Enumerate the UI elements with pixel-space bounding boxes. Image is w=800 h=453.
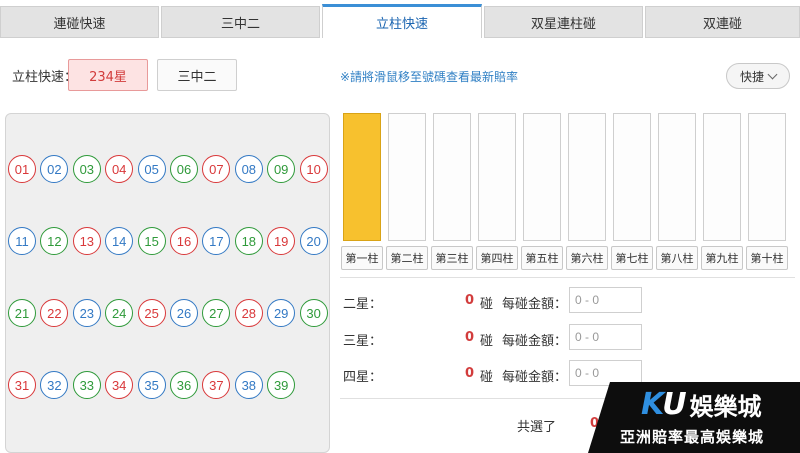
quick-label: 快捷 xyxy=(739,69,764,84)
row-label: 三星： xyxy=(343,334,383,349)
number-ball[interactable]: 39 xyxy=(267,371,296,399)
number-ball[interactable]: 08 xyxy=(234,155,263,183)
number-ball[interactable]: 13 xyxy=(72,227,101,255)
tab-shuangxing-lianzhupeng[interactable]: 双星連柱碰 xyxy=(484,6,643,38)
number-ball[interactable]: 09 xyxy=(267,155,296,183)
column-box[interactable] xyxy=(658,113,696,241)
hint-text: ※請將滑鼠移至號碼查看最新賠率 xyxy=(340,70,519,84)
row-unit: 碰 xyxy=(480,370,494,385)
row-label: 二星： xyxy=(343,297,383,312)
column-box[interactable] xyxy=(703,113,741,241)
column-box[interactable] xyxy=(433,113,471,241)
tab-shuanglianpeng[interactable]: 双連碰 xyxy=(645,6,800,38)
tab-lianpeng-kuaisu[interactable]: 連碰快速 xyxy=(0,6,159,38)
row-unit: 碰 xyxy=(480,334,494,349)
tab-bar: 連碰快速 三中二 立柱快速 双星連柱碰 双連碰 xyxy=(0,0,800,38)
column-box[interactable] xyxy=(388,113,426,241)
amount-input[interactable] xyxy=(569,324,642,350)
column-box[interactable] xyxy=(523,113,561,241)
column-button[interactable]: 第六柱 xyxy=(566,246,608,270)
row-count: 0 xyxy=(465,366,475,381)
column-button[interactable]: 第十柱 xyxy=(746,246,788,270)
number-ball[interactable]: 28 xyxy=(234,299,263,327)
number-ball[interactable]: 35 xyxy=(137,371,166,399)
number-ball[interactable]: 19 xyxy=(267,227,296,255)
watermark-logo: KU 娛樂城 xyxy=(641,387,762,422)
number-ball[interactable]: 36 xyxy=(170,371,198,399)
number-ball[interactable]: 16 xyxy=(170,227,198,255)
column-button[interactable]: 第三柱 xyxy=(431,246,473,270)
number-ball[interactable]: 18 xyxy=(234,227,263,255)
number-ball[interactable]: 24 xyxy=(105,299,134,327)
number-ball[interactable]: 06 xyxy=(170,155,198,183)
tab-lizhu-kuaisu[interactable]: 立柱快速 xyxy=(322,4,482,38)
row-count: 0 xyxy=(465,293,475,308)
number-ball[interactable]: 10 xyxy=(299,155,328,183)
total-label: 共選了 xyxy=(517,420,557,435)
number-ball[interactable]: 04 xyxy=(105,155,134,183)
amount-input[interactable] xyxy=(569,287,642,313)
number-ball[interactable]: 29 xyxy=(267,299,296,327)
ku-logo-mark: KU xyxy=(641,387,687,422)
number-ball[interactable]: 14 xyxy=(105,227,134,255)
column-box[interactable] xyxy=(748,113,786,241)
option-234star-button[interactable]: 234星 xyxy=(68,59,148,91)
chevron-down-icon xyxy=(767,69,778,79)
number-ball[interactable]: 31 xyxy=(8,371,36,399)
row-amount-label: 每碰金額： xyxy=(502,370,568,385)
row-label: 四星： xyxy=(343,370,383,385)
number-ball[interactable]: 15 xyxy=(137,227,166,255)
row-count: 0 xyxy=(465,330,475,345)
column-box[interactable] xyxy=(343,113,381,241)
option-sanzhonger-button[interactable]: 三中二 xyxy=(157,59,237,91)
watermark-tagline: 亞洲賠率最高娛樂城 xyxy=(620,428,765,446)
row-amount-label: 每碰金額： xyxy=(502,297,568,312)
logo-text: 娛樂城 xyxy=(689,393,762,421)
number-ball[interactable]: 25 xyxy=(137,299,166,327)
column-box[interactable] xyxy=(613,113,651,241)
number-ball[interactable]: 05 xyxy=(137,155,166,183)
divider xyxy=(340,277,795,278)
column-button[interactable]: 第五柱 xyxy=(521,246,563,270)
column-box[interactable] xyxy=(478,113,516,241)
number-ball[interactable]: 11 xyxy=(8,227,36,255)
column-box[interactable] xyxy=(568,113,606,241)
number-ball[interactable]: 26 xyxy=(170,299,198,327)
quick-dropdown-button[interactable]: 快捷 xyxy=(726,63,790,89)
number-ball[interactable]: 01 xyxy=(8,155,36,183)
column-button[interactable]: 第七柱 xyxy=(611,246,653,270)
number-ball[interactable]: 33 xyxy=(72,371,101,399)
number-ball[interactable]: 20 xyxy=(299,227,328,255)
number-ball[interactable]: 03 xyxy=(72,155,101,183)
tab-sanzhonger[interactable]: 三中二 xyxy=(161,6,320,38)
number-ball[interactable]: 30 xyxy=(299,299,328,327)
number-ball[interactable]: 38 xyxy=(234,371,263,399)
number-ball[interactable]: 34 xyxy=(105,371,134,399)
row-unit: 碰 xyxy=(480,297,494,312)
number-ball[interactable]: 21 xyxy=(8,299,36,327)
column-button[interactable]: 第四柱 xyxy=(476,246,518,270)
column-button[interactable]: 第八柱 xyxy=(656,246,698,270)
row-amount-label: 每碰金額： xyxy=(502,334,568,349)
column-button[interactable]: 第二柱 xyxy=(386,246,428,270)
column-button[interactable]: 第一柱 xyxy=(341,246,383,270)
column-button[interactable]: 第九柱 xyxy=(701,246,743,270)
number-ball[interactable]: 23 xyxy=(72,299,101,327)
